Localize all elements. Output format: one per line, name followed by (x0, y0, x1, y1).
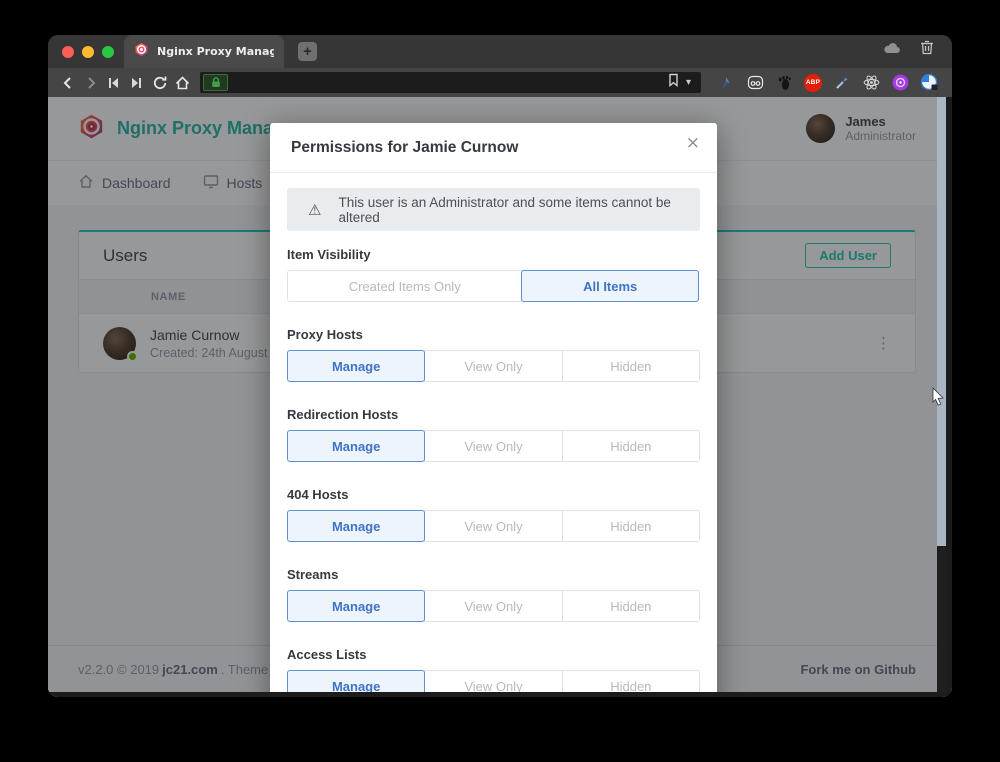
mouse-cursor (932, 387, 946, 412)
alert-text: This user is an Administrator and some i… (338, 195, 679, 225)
access-lists-group: Manage View Only Hidden (287, 670, 700, 697)
adblock-plus-icon[interactable]: ABP (804, 74, 822, 92)
react-devtools-icon[interactable] (862, 74, 880, 92)
modal-title: Permissions for Jamie Curnow (291, 139, 518, 156)
tab-title: Nginx Proxy Manager (157, 45, 274, 58)
404-hosts-label: 404 Hosts (287, 487, 700, 502)
404-hosts-hidden-button[interactable]: Hidden (562, 510, 700, 542)
skip-to-start-icon[interactable] (102, 71, 125, 95)
proxy-hosts-label: Proxy Hosts (287, 327, 700, 342)
scrollbar-thumb[interactable] (937, 97, 946, 546)
streams-label: Streams (287, 567, 700, 582)
cloud-sync-icon[interactable] (883, 40, 902, 59)
streams-manage-button[interactable]: Manage (287, 590, 425, 622)
bookmark-dropdown-icon[interactable]: ▾ (686, 78, 691, 88)
streams-group: Manage View Only Hidden (287, 590, 700, 622)
privacy-clock-extension-icon[interactable] (920, 74, 938, 92)
minimize-window-button[interactable] (82, 46, 94, 58)
bird-extension-icon[interactable] (717, 74, 735, 92)
streams-hidden-button[interactable]: Hidden (562, 590, 700, 622)
access-lists-view-only-button[interactable]: View Only (424, 670, 562, 697)
maximize-window-button[interactable] (102, 46, 114, 58)
created-items-only-button[interactable]: Created Items Only (287, 270, 522, 302)
trash-icon[interactable] (920, 39, 934, 60)
redirection-hosts-label: Redirection Hosts (287, 407, 700, 422)
proxy-hosts-group: Manage View Only Hidden (287, 350, 700, 382)
forward-button[interactable] (79, 71, 102, 95)
extension-icons: ABP (707, 74, 944, 92)
back-button[interactable] (56, 71, 79, 95)
browser-window: Nginx Proxy Manager + (48, 35, 952, 697)
page-viewport: Nginx Proxy Manager James Administrator … (48, 97, 952, 697)
browser-tab-bar: Nginx Proxy Manager + (48, 35, 952, 68)
home-button[interactable] (171, 71, 194, 95)
access-lists-label: Access Lists (287, 647, 700, 662)
browser-toolbar: ▾ ABP (48, 68, 952, 97)
proxy-hosts-hidden-button[interactable]: Hidden (562, 350, 700, 382)
404-hosts-view-only-button[interactable]: View Only (424, 510, 562, 542)
skip-to-end-icon[interactable] (125, 71, 148, 95)
404-hosts-group: Manage View Only Hidden (287, 510, 700, 542)
reload-button[interactable] (148, 71, 171, 95)
access-lists-hidden-button[interactable]: Hidden (562, 670, 700, 697)
close-icon[interactable]: × (686, 135, 700, 152)
browser-tab[interactable]: Nginx Proxy Manager (124, 35, 284, 68)
purple-app-extension-icon[interactable] (891, 74, 909, 92)
tab-favicon (134, 42, 149, 62)
color-picker-icon[interactable] (833, 74, 851, 92)
close-window-button[interactable] (62, 46, 74, 58)
bookmark-icon[interactable] (668, 73, 679, 92)
redirection-hosts-view-only-button[interactable]: View Only (424, 430, 562, 462)
gnome-foot-extension-icon[interactable] (775, 74, 793, 92)
permissions-modal: Permissions for Jamie Curnow × ⚠ This us… (270, 123, 717, 697)
url-bar[interactable]: ▾ (200, 72, 701, 93)
proxy-hosts-manage-button[interactable]: Manage (287, 350, 425, 382)
streams-view-only-button[interactable]: View Only (424, 590, 562, 622)
redirection-hosts-group: Manage View Only Hidden (287, 430, 700, 462)
all-items-button[interactable]: All Items (521, 270, 699, 302)
goggles-extension-icon[interactable] (746, 74, 764, 92)
404-hosts-manage-button[interactable]: Manage (287, 510, 425, 542)
proxy-hosts-view-only-button[interactable]: View Only (424, 350, 562, 382)
new-tab-button[interactable]: + (298, 42, 317, 61)
window-controls (62, 35, 114, 68)
redirection-hosts-hidden-button[interactable]: Hidden (562, 430, 700, 462)
item-visibility-group: Created Items Only All Items (287, 270, 700, 302)
access-lists-manage-button[interactable]: Manage (287, 670, 425, 697)
warning-icon: ⚠ (308, 201, 321, 219)
https-lock-icon[interactable] (203, 74, 228, 91)
item-visibility-label: Item Visibility (287, 247, 700, 262)
admin-alert: ⚠ This user is an Administrator and some… (287, 188, 700, 231)
redirection-hosts-manage-button[interactable]: Manage (287, 430, 425, 462)
